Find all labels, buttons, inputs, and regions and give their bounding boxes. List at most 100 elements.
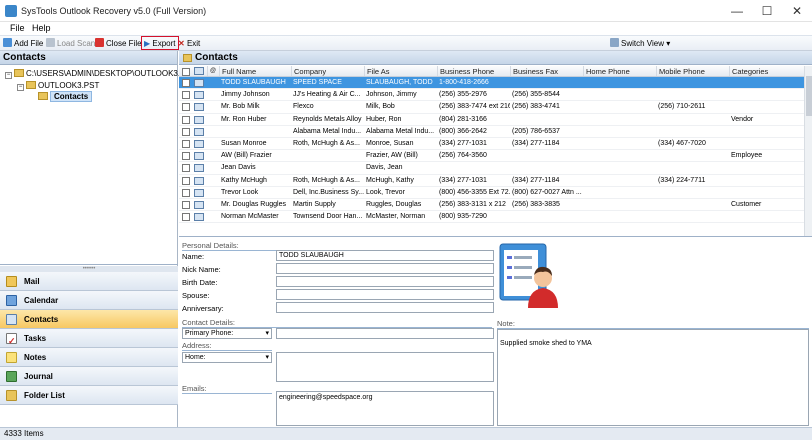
nav-journal[interactable]: Journal [0, 367, 178, 386]
table-row[interactable]: Mr. Ron Huber Reynolds Metals Alloy ... Hu… [179, 114, 812, 126]
table-row[interactable]: Susan Monroe Roth, McHugh & As... Monroe, … [179, 138, 812, 151]
add-file-label: Add File [14, 39, 44, 48]
column-business-phone[interactable]: Business Phone [437, 66, 510, 76]
cell-full-name: Trevor Look [221, 188, 259, 196]
table-row[interactable]: Kathy McHugh Roth, McHugh & As... McHugh, … [179, 175, 812, 187]
nav-folder-list[interactable]: Folder List [0, 386, 178, 405]
table-row[interactable]: Norman McMaster Townsend Door Han... McMas… [179, 211, 812, 224]
menu-file[interactable]: File [10, 23, 25, 33]
maximize-button[interactable]: ☐ [752, 0, 782, 22]
note-field[interactable]: Supplied smoke shed to YMA [497, 329, 809, 426]
close-file-button[interactable]: Close File [95, 37, 142, 50]
tree-node-pst-file[interactable]: − OUTLOOK3.PST [17, 80, 99, 91]
contact-card-icon [194, 188, 204, 197]
nav-tasks[interactable]: ✓ Tasks [0, 329, 178, 348]
row-checkbox[interactable] [182, 152, 190, 161]
table-row[interactable]: Mr. Bob Milk Flexco Milk, Bob (256) 383-747… [179, 101, 812, 114]
column-full-name[interactable]: Full Name [219, 66, 291, 76]
collapse-icon[interactable]: − [17, 84, 24, 91]
cell-mobile-phone [656, 199, 729, 210]
row-checkbox[interactable] [182, 139, 190, 148]
grid-scrollbar[interactable] [804, 66, 812, 236]
navigation-pane: Mail Calendar Contacts ✓ Tasks Notes Jour… [0, 272, 178, 405]
row-checkbox[interactable] [182, 164, 190, 173]
cell-mobile-phone [656, 187, 729, 198]
column-company[interactable]: Company [291, 66, 364, 76]
menu-help[interactable]: Help [32, 23, 51, 33]
row-checkbox[interactable] [182, 91, 190, 100]
collapse-icon[interactable]: − [5, 72, 12, 79]
exit-button[interactable]: ✕ Exit [178, 37, 200, 50]
row-checkbox[interactable] [182, 127, 190, 136]
switch-view-button[interactable]: Switch View ▾ [610, 37, 670, 50]
column-business-fax[interactable]: Business Fax [510, 66, 583, 76]
row-checkbox[interactable] [182, 115, 190, 124]
cell-mobile-phone [656, 77, 729, 88]
column-categories[interactable]: Categories [729, 66, 804, 76]
nav-notes[interactable]: Notes [0, 348, 178, 367]
table-row[interactable]: Mr. Douglas Ruggles Martin Supply Ruggles,… [179, 199, 812, 212]
mail-icon [6, 276, 17, 287]
cell-company: Roth, McHugh & As... [293, 176, 360, 184]
address-field[interactable] [276, 352, 494, 382]
row-checkbox[interactable] [182, 176, 190, 185]
cell-business-fax: (256) 355-8544 [512, 91, 560, 99]
cell-business-phone: (800) 456-3355 Ext 72... [439, 188, 510, 196]
contact-details: Personal Details: Name: TODD SLAUBAUGH N… [179, 238, 812, 427]
cell-file-as: Look, Trevor [366, 188, 405, 196]
cell-home-phone [583, 89, 656, 100]
cell-company: JJ's Heating & Air C... [293, 91, 361, 99]
nav-mail[interactable]: Mail [0, 272, 178, 291]
column-home-phone[interactable]: Home Phone [583, 66, 656, 76]
table-row[interactable]: Trevor Look Dell, Inc.Business Sy... Look,… [179, 187, 812, 199]
tree-node-pst-path[interactable]: − C:\USERS\ADMIN\DESKTOP\OUTLOOK3.PST [5, 68, 196, 79]
cell-categories [729, 211, 804, 222]
cell-mobile-phone [656, 89, 729, 100]
name-field[interactable]: TODD SLAUBAUGH [276, 250, 494, 261]
cell-categories [729, 162, 804, 173]
phone-field[interactable] [276, 328, 494, 339]
column-mobile-phone[interactable]: Mobile Phone [656, 66, 729, 76]
load-scan-icon [46, 38, 55, 47]
row-checkbox[interactable] [182, 213, 190, 222]
row-checkbox[interactable] [182, 79, 190, 87]
nav-calendar[interactable]: Calendar [0, 291, 178, 310]
row-checkbox[interactable] [182, 200, 190, 209]
spouse-label: Spouse: [182, 291, 210, 300]
scrollbar-thumb[interactable] [806, 76, 812, 116]
nav-contacts[interactable]: Contacts [0, 310, 178, 329]
tasks-icon: ✓ [6, 333, 17, 346]
export-button[interactable]: ▶ Export [141, 36, 179, 50]
anniversary-field[interactable] [276, 302, 494, 313]
load-scan-button[interactable]: Load Scan [46, 37, 95, 50]
cell-full-name: Mr. Ron Huber [221, 115, 267, 123]
birthdate-field[interactable] [276, 276, 494, 287]
table-row[interactable]: Jean Davis Davis, Jean [179, 162, 812, 175]
folder-icon [183, 54, 192, 62]
spouse-field[interactable] [276, 289, 494, 300]
table-row[interactable]: Alabama Metal Indu... Alabama Metal Indu.… [179, 126, 812, 138]
address-type-select[interactable]: Home: ▾ [182, 352, 272, 363]
phone-type-select[interactable]: Primary Phone: ▾ [182, 328, 272, 339]
cell-home-phone [583, 138, 656, 149]
select-all-checkbox[interactable] [182, 68, 190, 76]
column-file-as[interactable]: File As [364, 66, 437, 76]
cell-business-phone: (256) 383-7474 ext 216 [439, 103, 510, 111]
cell-company [291, 150, 364, 161]
add-file-button[interactable]: Add File [3, 37, 43, 50]
minimize-button[interactable]: — [722, 0, 752, 22]
tree-node-contacts[interactable]: Contacts [38, 91, 93, 102]
table-row[interactable]: Jimmy Johnson JJ's Heating & Air C... John… [179, 89, 812, 102]
close-window-button[interactable]: ✕ [782, 0, 812, 22]
table-row[interactable]: AW (Bill) Frazier Frazier, AW (Bill) (256)… [179, 150, 812, 163]
cell-company [291, 162, 364, 173]
cell-mobile-phone [656, 162, 729, 173]
cell-business-phone [437, 162, 510, 173]
cell-file-as: Alabama Metal Indu... [366, 127, 435, 135]
table-row[interactable]: TODD SLAUBAUGH SPEED SPACE SLAUBAUGH, TODD… [179, 77, 812, 90]
row-checkbox[interactable] [182, 103, 190, 112]
row-checkbox[interactable] [182, 188, 190, 197]
nickname-field[interactable] [276, 263, 494, 274]
cell-full-name: Susan Monroe [221, 139, 267, 147]
emails-field[interactable]: engineering@speedspace.org [276, 391, 494, 426]
